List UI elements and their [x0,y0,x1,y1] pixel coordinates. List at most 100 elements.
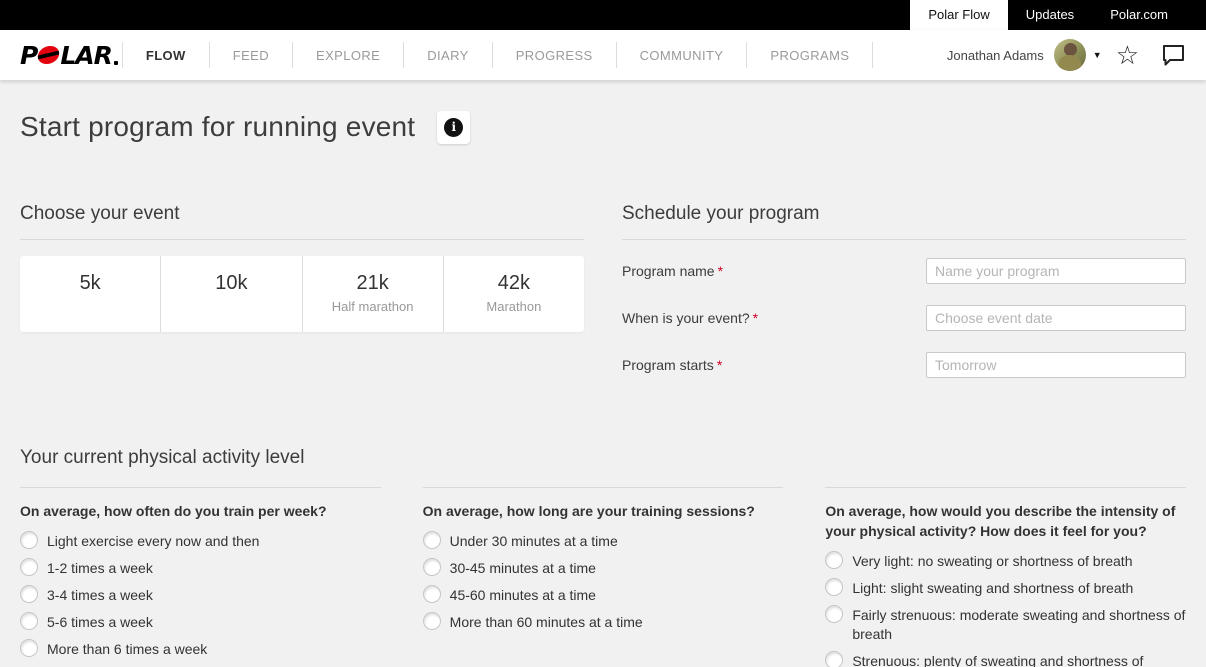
event-date-input[interactable] [926,305,1186,331]
radio-option: Light exercise every now and then [20,531,381,551]
nav-item-community[interactable]: COMMUNITY [616,42,747,68]
upper-sections: Choose your event 5k 10k 21k Half marath… [20,203,1186,399]
radio-option: 30-45 minutes at a time [423,558,784,578]
polar-logo-text-lar: LAR [60,41,112,70]
radio-option: 1-2 times a week [20,558,381,578]
tab-polar-com[interactable]: Polar.com [1092,0,1186,30]
radio-button[interactable] [423,585,441,603]
nav-item-flow[interactable]: FLOW [122,42,209,68]
radio-label[interactable]: Fairly strenuous: moderate sweating and … [852,605,1186,644]
favorites-star-icon[interactable]: ☆ [1116,42,1139,68]
user-name[interactable]: Jonathan Adams [947,48,1044,63]
radio-button[interactable] [20,612,38,630]
radio-button[interactable] [423,531,441,549]
radio-button[interactable] [825,578,843,596]
radio-option: 45-60 minutes at a time [423,585,784,605]
event-option-5k[interactable]: 5k [20,256,161,332]
radio-button[interactable] [20,585,38,603]
polar-logo-dot [114,61,118,65]
tab-updates[interactable]: Updates [1008,0,1092,30]
user-avatar[interactable] [1054,39,1086,71]
radio-label[interactable]: 45-60 minutes at a time [450,585,596,605]
radio-label[interactable]: More than 60 minutes at a time [450,612,643,632]
radio-button[interactable] [423,558,441,576]
question-text: On average, how would you describe the i… [825,501,1186,541]
radio-button[interactable] [825,651,843,667]
radio-label[interactable]: 30-45 minutes at a time [450,558,596,578]
nav-item-explore[interactable]: EXPLORE [292,42,403,68]
required-asterisk: * [753,310,758,326]
polar-logo-text-p: P [20,41,37,70]
program-name-input[interactable] [926,258,1186,284]
radio-button[interactable] [423,612,441,630]
radio-label[interactable]: Light exercise every now and then [47,531,259,551]
radio-label[interactable]: 1-2 times a week [47,558,153,578]
tab-polar-flow[interactable]: Polar Flow [910,0,1007,30]
nav-item-feed[interactable]: FEED [209,42,292,68]
event-date-row: When is your event?* [622,305,1186,331]
program-starts-row: Program starts* [622,352,1186,378]
radio-option: 3-4 times a week [20,585,381,605]
choose-event-heading: Choose your event [20,203,584,240]
program-name-label: Program name* [622,263,723,279]
nav-right-cluster: Jonathan Adams ▼ ☆ [947,39,1186,71]
nav-item-diary[interactable]: DIARY [403,42,492,68]
page-title: Start program for running event [20,111,415,143]
top-bar: Polar Flow Updates Polar.com [0,0,1206,30]
radio-label[interactable]: Strenuous: plenty of sweating and shortn… [852,651,1186,667]
question-text: On average, how long are your training s… [423,501,784,521]
info-button[interactable]: i [437,111,470,144]
radio-label[interactable]: More than 6 times a week [47,639,207,659]
required-asterisk: * [717,357,722,373]
radio-option: Strenuous: plenty of sweating and shortn… [825,651,1186,667]
event-value: 42k [444,272,584,295]
event-option-10k[interactable]: 10k [161,256,302,332]
event-value: 5k [20,272,160,295]
radio-button[interactable] [825,605,843,623]
radio-option: Under 30 minutes at a time [423,531,784,551]
question-text: On average, how often do you train per w… [20,501,381,521]
event-value: 10k [161,272,301,295]
nav-menu: FLOW FEED EXPLORE DIARY PROGRESS COMMUNI… [122,30,874,80]
program-starts-label: Program starts* [622,357,722,373]
radio-option: Fairly strenuous: moderate sweating and … [825,605,1186,644]
event-subtitle: Half marathon [303,299,443,314]
choose-event-section: Choose your event 5k 10k 21k Half marath… [20,203,584,399]
schedule-section: Schedule your program Program name* When… [622,203,1186,399]
event-value: 21k [303,272,443,295]
radio-button[interactable] [20,558,38,576]
feedback-chat-icon[interactable] [1161,44,1186,67]
radio-label[interactable]: Very light: no sweating or shortness of … [852,551,1132,571]
event-subtitle: Marathon [444,299,584,314]
radio-option: 5-6 times a week [20,612,381,632]
nav-item-programs[interactable]: PROGRAMS [746,42,873,68]
polar-logo-o-icon [36,46,61,64]
label-text: When is your event? [622,310,750,326]
radio-label[interactable]: Under 30 minutes at a time [450,531,618,551]
radio-option: Very light: no sweating or shortness of … [825,551,1186,571]
schedule-form: Program name* When is your event?* Progr… [622,258,1186,378]
radio-label[interactable]: 5-6 times a week [47,612,153,632]
radio-group-frequency: Light exercise every now and then 1-2 ti… [20,531,381,659]
chevron-down-icon[interactable]: ▼ [1093,50,1102,60]
radio-label[interactable]: 3-4 times a week [47,585,153,605]
radio-group-intensity: Very light: no sweating or shortness of … [825,551,1186,667]
program-starts-input[interactable] [926,352,1186,378]
event-option-42k[interactable]: 42k Marathon [444,256,584,332]
nav-item-progress[interactable]: PROGRESS [492,42,616,68]
radio-option: More than 60 minutes at a time [423,612,784,632]
activity-section-heading-row: Your current physical activity level [20,447,1186,469]
radio-button[interactable] [825,551,843,569]
label-text: Program starts [622,357,714,373]
radio-button[interactable] [20,531,38,549]
radio-option: Light: slight sweating and shortness of … [825,578,1186,598]
radio-button[interactable] [20,639,38,657]
radio-group-session-length: Under 30 minutes at a time 30-45 minutes… [423,531,784,632]
polar-logo[interactable]: P LAR [20,41,118,70]
question-session-length: On average, how long are your training s… [423,487,784,667]
question-train-frequency: On average, how often do you train per w… [20,487,381,667]
event-date-label: When is your event?* [622,310,758,326]
event-option-21k[interactable]: 21k Half marathon [303,256,444,332]
radio-label[interactable]: Light: slight sweating and shortness of … [852,578,1133,598]
activity-questions: On average, how often do you train per w… [20,487,1186,667]
